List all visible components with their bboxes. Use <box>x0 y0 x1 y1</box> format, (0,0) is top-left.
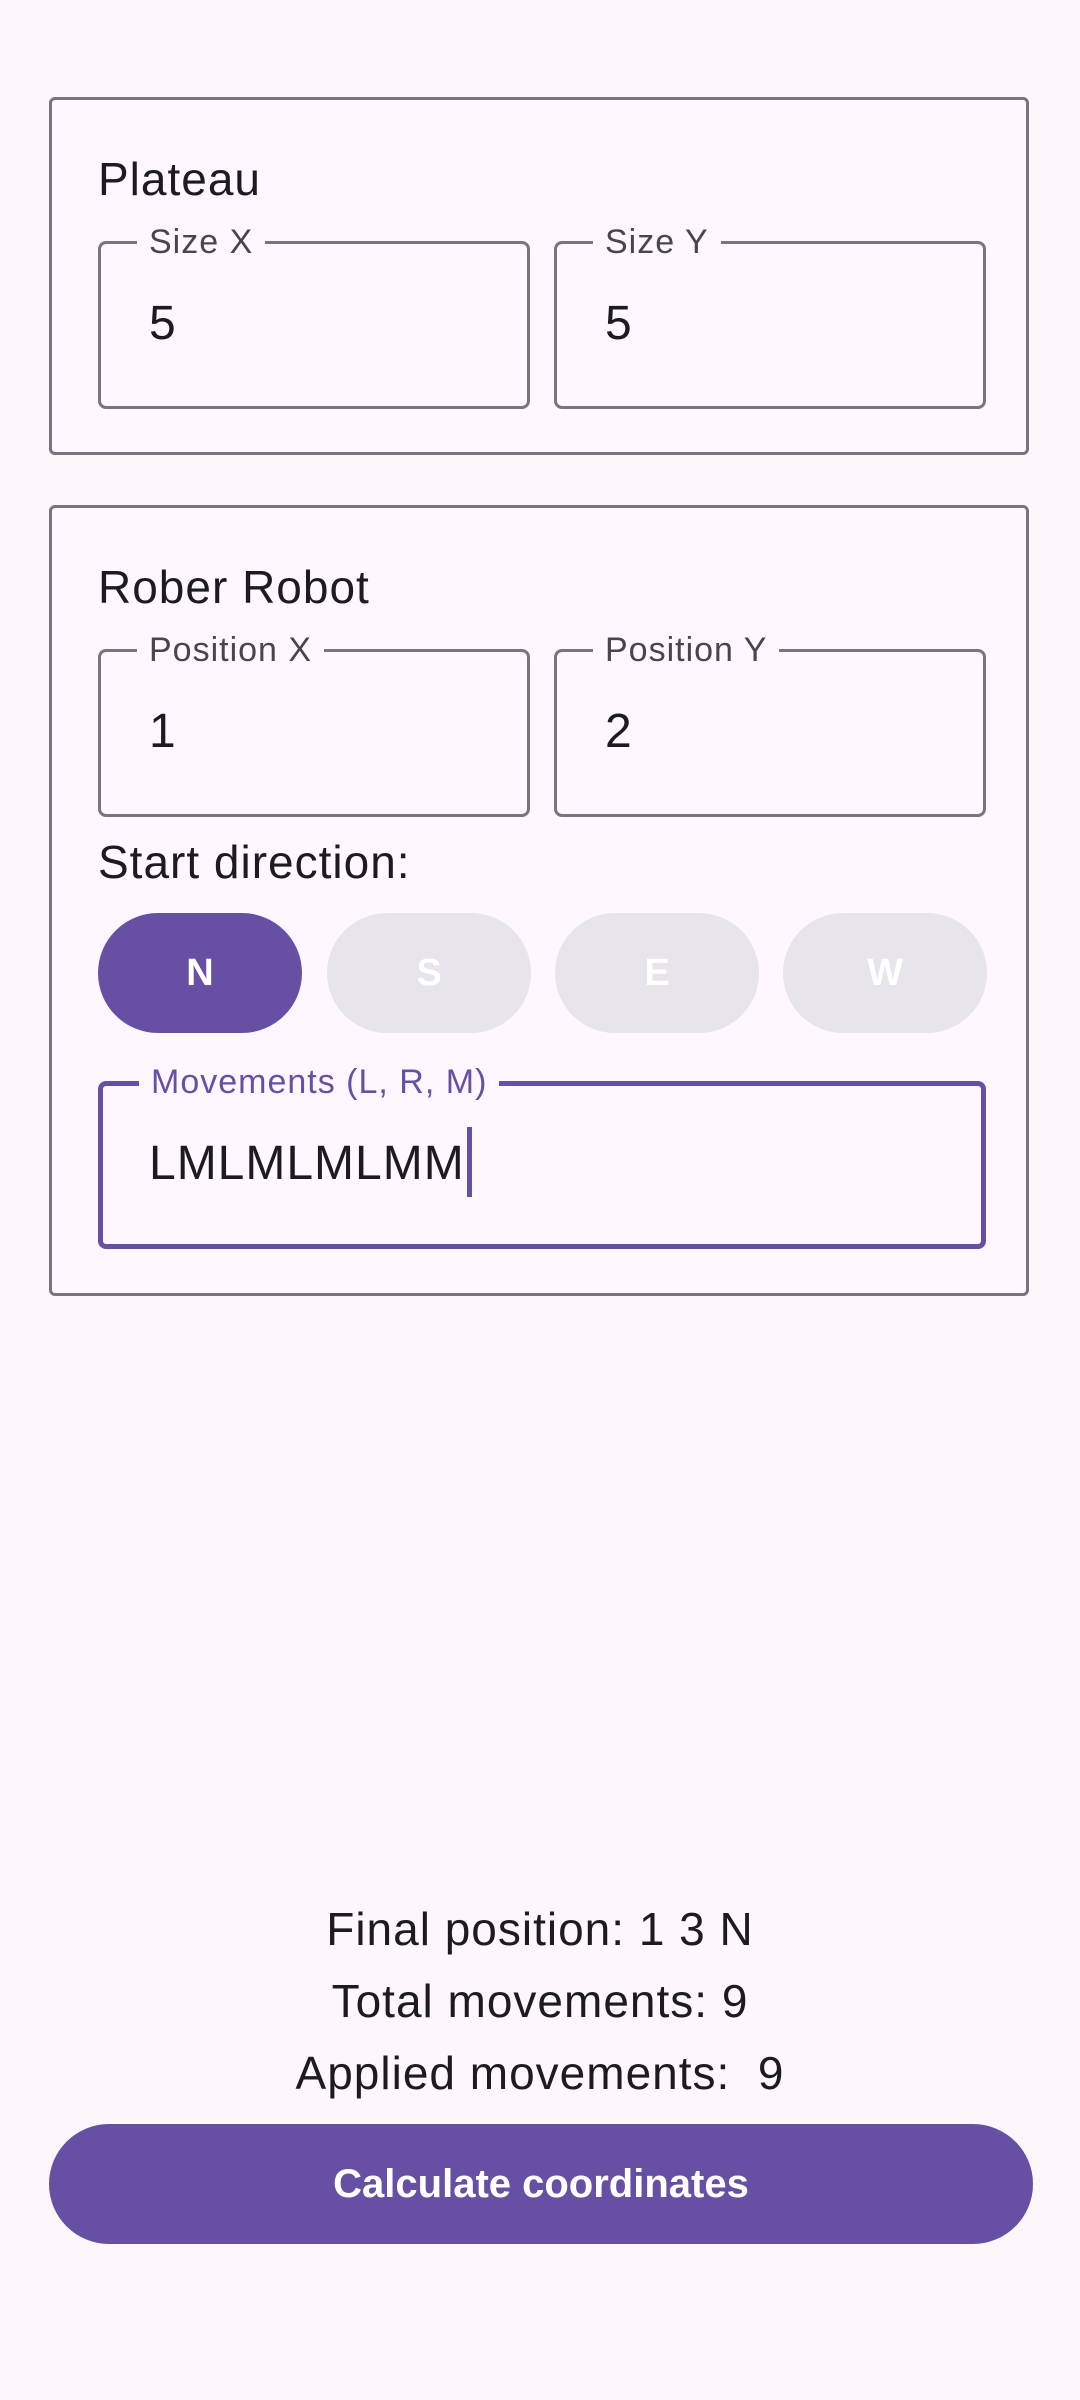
calculate-coordinates-button[interactable]: Calculate coordinates <box>49 2124 1033 2244</box>
position-y-value: 2 <box>605 705 632 758</box>
total-movements-text: Total movements: 9 <box>331 1975 749 2027</box>
size-x-label: Size X <box>137 222 266 262</box>
movements-label: Movements (L, R, M) <box>139 1062 500 1102</box>
position-x-field[interactable]: Position X 1 <box>98 630 530 817</box>
size-y-value: 5 <box>605 297 632 350</box>
size-y-label: Size Y <box>593 222 721 262</box>
position-y-label: Position Y <box>593 630 780 670</box>
plateau-card: Plateau Size X 5 Size Y 5 <box>49 97 1029 455</box>
text-caret <box>466 1127 472 1198</box>
movements-value: LMLMLMLMM <box>149 1127 472 1198</box>
final-position-text: Final position: 1 3 N <box>326 1903 754 1955</box>
direction-n-button[interactable]: N <box>98 913 302 1033</box>
size-y-field[interactable]: Size Y 5 <box>554 222 986 409</box>
position-x-value: 1 <box>149 705 176 758</box>
direction-e-button[interactable]: E <box>555 913 759 1033</box>
direction-s-button[interactable]: S <box>327 913 531 1033</box>
position-x-label: Position X <box>137 630 325 670</box>
applied-movements-text: Applied movements: 9 <box>295 2047 785 2099</box>
direction-w-button[interactable]: W <box>783 913 987 1033</box>
robot-card: Rober Robot Position X 1 Position Y 2 St… <box>49 505 1029 1296</box>
size-x-value: 5 <box>149 297 176 350</box>
movements-text: LMLMLMLMM <box>149 1137 465 1190</box>
size-x-field[interactable]: Size X 5 <box>98 222 530 409</box>
plateau-title: Plateau <box>98 153 262 205</box>
position-y-field[interactable]: Position Y 2 <box>554 630 986 817</box>
movements-field[interactable]: Movements (L, R, M) LMLMLMLMM <box>98 1062 986 1249</box>
robot-title: Rober Robot <box>98 561 370 613</box>
start-direction-label: Start direction: <box>98 836 411 888</box>
